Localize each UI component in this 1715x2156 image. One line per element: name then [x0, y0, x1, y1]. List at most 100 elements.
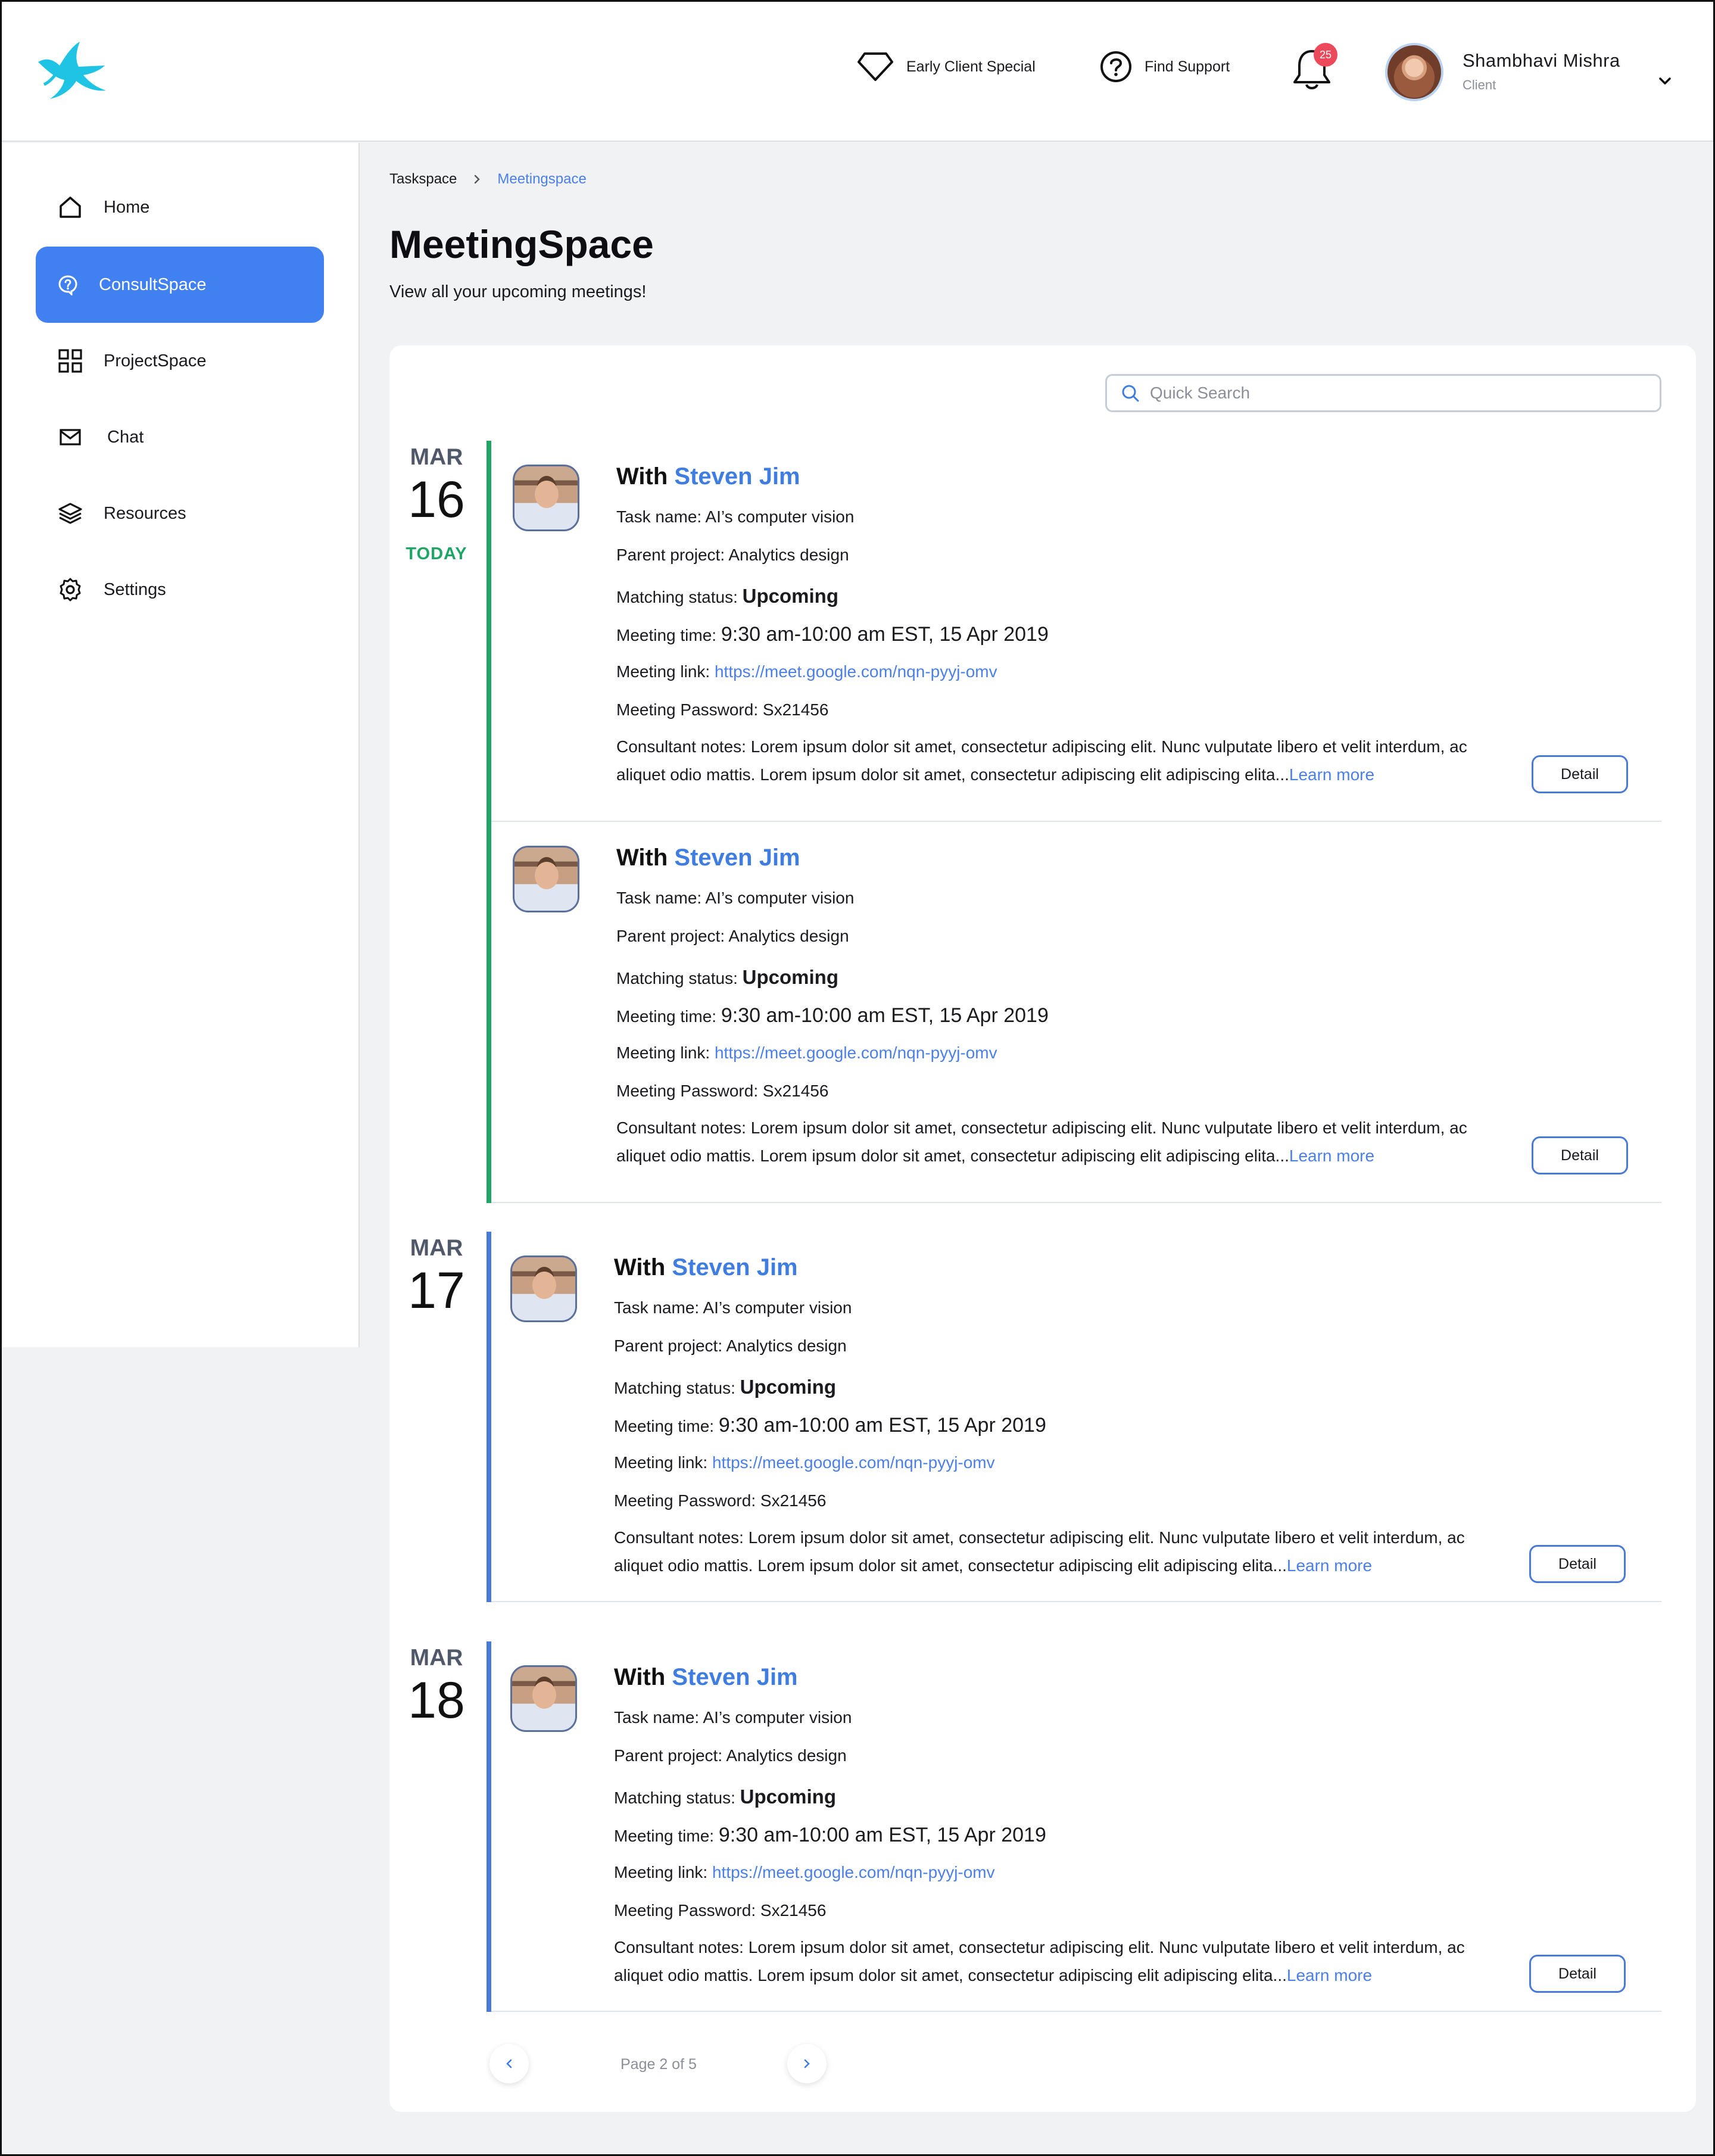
- sidebar-item-label: Settings: [104, 579, 166, 599]
- learn-more-link[interactable]: Learn more: [1287, 1966, 1372, 1984]
- password-label: Meeting Password:: [614, 1491, 756, 1510]
- status-value: Upcoming: [740, 1376, 836, 1398]
- password-label: Meeting Password:: [614, 1901, 756, 1920]
- learn-more-link[interactable]: Learn more: [1287, 1556, 1372, 1575]
- meeting-with: With Steven Jim: [614, 1664, 798, 1691]
- diamond-icon: [858, 52, 893, 81]
- consultant-name[interactable]: Steven Jim: [674, 845, 800, 871]
- user-avatar[interactable]: [1385, 43, 1443, 101]
- consultant-avatar[interactable]: [510, 1255, 577, 1322]
- previous-page-button[interactable]: [489, 2044, 529, 2083]
- hummingbird-logo-icon[interactable]: [33, 39, 112, 106]
- learn-more-link[interactable]: Learn more: [1289, 1146, 1374, 1165]
- quick-search[interactable]: [1105, 374, 1661, 412]
- detail-button[interactable]: Detail: [1532, 755, 1628, 793]
- layers-icon: [58, 503, 82, 524]
- password-value: Sx21456: [760, 1901, 827, 1920]
- task-name-row: Task name: AI’s computer vision: [614, 1298, 852, 1317]
- home-icon: [60, 197, 81, 218]
- find-support-label: Find Support: [1145, 58, 1230, 75]
- task-label: Task name:: [616, 507, 702, 526]
- consultant-name[interactable]: Steven Jim: [672, 1254, 797, 1280]
- sidebar-item-chat[interactable]: Chat: [36, 399, 324, 475]
- date-group-mar-16: MAR 16 TODAY: [404, 444, 469, 564]
- time-value: 9:30 am-10:00 am EST, 15 Apr 2019: [721, 623, 1049, 646]
- meeting-link[interactable]: https://meet.google.com/nqn-pyyj-omv: [712, 1453, 995, 1472]
- find-support-link[interactable]: Find Support: [1099, 50, 1230, 83]
- breadcrumb-meetingspace[interactable]: Meetingspace: [497, 171, 586, 188]
- meeting-link-row: Meeting link: https://meet.google.com/nq…: [614, 1453, 995, 1472]
- status-value: Upcoming: [742, 585, 838, 607]
- with-prefix: With: [616, 463, 668, 490]
- meeting-link[interactable]: https://meet.google.com/nqn-pyyj-omv: [715, 1043, 997, 1062]
- page-subtitle: View all your upcoming meetings!: [389, 282, 647, 301]
- meeting-link[interactable]: https://meet.google.com/nqn-pyyj-omv: [712, 1863, 995, 1881]
- meeting-password-row: Meeting Password: Sx21456: [616, 700, 828, 719]
- sidebar-item-projectspace[interactable]: ProjectSpace: [36, 323, 324, 399]
- early-client-special-link[interactable]: Early Client Special: [856, 50, 1036, 83]
- detail-button[interactable]: Detail: [1529, 1545, 1626, 1583]
- task-value: AI’s computer vision: [705, 507, 855, 526]
- user-role: Client: [1463, 77, 1496, 92]
- consultant-notes: Consultant notes: Lorem ipsum dolor sit …: [614, 1523, 1507, 1579]
- parent-project-row: Parent project: Analytics design: [616, 927, 849, 946]
- matching-status-row: Matching status: Upcoming: [616, 966, 838, 989]
- detail-button[interactable]: Detail: [1529, 1955, 1626, 1993]
- with-prefix: With: [616, 845, 668, 871]
- detail-button[interactable]: Detail: [1532, 1136, 1628, 1174]
- with-prefix: With: [614, 1254, 666, 1280]
- grid-icon: [58, 349, 82, 373]
- timeline-bar-today: [487, 441, 491, 1203]
- notes-label: Consultant notes:: [614, 1938, 744, 1956]
- consultant-name[interactable]: Steven Jim: [672, 1664, 797, 1690]
- avatar-photo: [1387, 45, 1441, 99]
- search-input[interactable]: [1150, 384, 1638, 403]
- timeline-bar: [487, 1232, 491, 1602]
- consultant-avatar[interactable]: [513, 465, 579, 531]
- timeline-bar: [487, 1641, 491, 2012]
- status-label: Matching status:: [616, 588, 738, 606]
- sidebar-item-label: Chat: [107, 427, 144, 447]
- consultant-avatar[interactable]: [513, 846, 579, 912]
- status-label: Matching status:: [614, 1789, 735, 1807]
- task-label: Task name:: [614, 1708, 700, 1727]
- matching-status-row: Matching status: Upcoming: [616, 585, 838, 607]
- consultant-name[interactable]: Steven Jim: [674, 463, 800, 490]
- sidebar-item-label: ConsultSpace: [99, 275, 207, 294]
- early-client-special-label: Early Client Special: [906, 58, 1036, 75]
- meeting-password-row: Meeting Password: Sx21456: [616, 1082, 828, 1101]
- learn-more-link[interactable]: Learn more: [1289, 765, 1374, 784]
- password-value: Sx21456: [762, 700, 829, 719]
- sidebar-item-consultspace[interactable]: ConsultSpace: [36, 247, 324, 323]
- time-value: 9:30 am-10:00 am EST, 15 Apr 2019: [718, 1824, 1046, 1846]
- breadcrumb: Taskspace Meetingspace: [389, 171, 587, 188]
- project-value: Analytics design: [728, 546, 849, 564]
- project-label: Parent project:: [614, 1336, 723, 1355]
- status-value: Upcoming: [742, 966, 838, 988]
- sidebar-item-resources[interactable]: Resources: [36, 475, 324, 552]
- project-label: Parent project:: [616, 546, 725, 564]
- meeting-item: With Steven Jim Task name: AI’s computer…: [491, 1641, 1661, 2012]
- project-value: Analytics design: [728, 927, 849, 945]
- project-label: Parent project:: [614, 1746, 723, 1765]
- with-prefix: With: [614, 1664, 666, 1690]
- consultant-avatar[interactable]: [510, 1665, 577, 1732]
- task-value: AI’s computer vision: [703, 1708, 852, 1727]
- next-page-button[interactable]: [787, 2044, 827, 2083]
- time-label: Meeting time:: [614, 1417, 715, 1435]
- status-value: Upcoming: [740, 1786, 836, 1808]
- breadcrumb-taskspace[interactable]: Taskspace: [389, 171, 457, 188]
- meeting-item: With Steven Jim Task name: AI’s computer…: [491, 441, 1661, 822]
- chevron-down-icon[interactable]: [1657, 73, 1673, 89]
- meeting-link[interactable]: https://meet.google.com/nqn-pyyj-omv: [715, 662, 997, 681]
- page-title: MeetingSpace: [389, 222, 654, 266]
- time-label: Meeting time:: [616, 1007, 717, 1026]
- project-value: Analytics design: [726, 1336, 847, 1355]
- sidebar-item-settings[interactable]: Settings: [36, 552, 324, 628]
- sidebar-item-home[interactable]: Home: [36, 169, 324, 245]
- task-name-row: Task name: AI’s computer vision: [616, 507, 854, 526]
- parent-project-row: Parent project: Analytics design: [616, 546, 849, 565]
- link-label: Meeting link:: [616, 662, 710, 681]
- page-indicator: Page 2 of 5: [620, 2056, 697, 2073]
- consultant-notes: Consultant notes: Lorem ipsum dolor sit …: [616, 1114, 1510, 1170]
